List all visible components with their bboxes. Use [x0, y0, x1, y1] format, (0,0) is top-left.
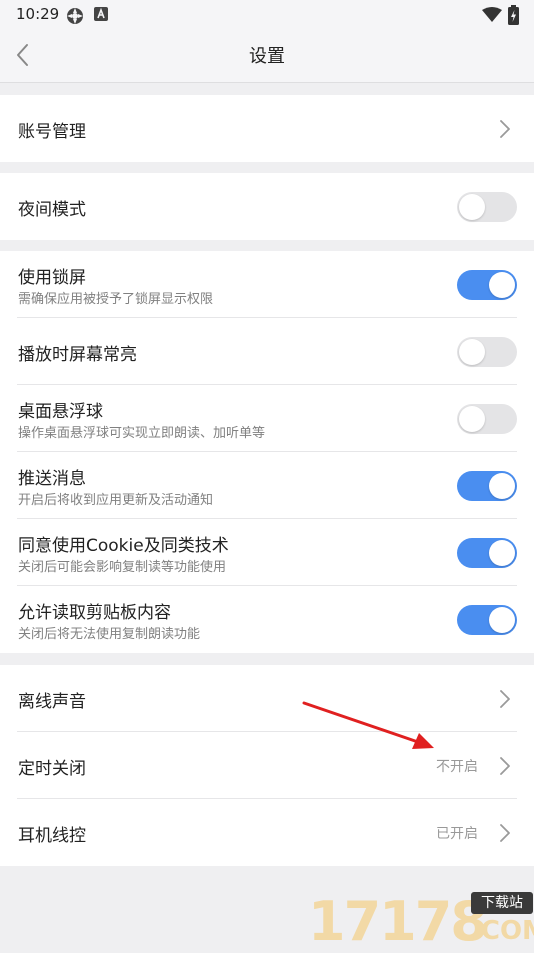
more-settings-group: 离线声音 定时关闭 不开启 耳机线控 已开启 — [0, 665, 534, 866]
toggle-knob — [489, 473, 515, 499]
night-mode-row: 夜间模式 — [0, 173, 534, 240]
chevron-right-icon — [500, 757, 510, 775]
setting-label: 推送消息 — [18, 469, 86, 489]
night-mode-toggle[interactable] — [457, 192, 517, 222]
push-toggle[interactable] — [457, 471, 517, 501]
setting-label: 桌面悬浮球 — [18, 402, 103, 422]
header-bar: 设置 — [0, 30, 534, 83]
timer-close-row[interactable]: 定时关闭 不开启 — [0, 732, 534, 799]
setting-row-screen-on: 播放时屏幕常亮 — [0, 318, 534, 385]
setting-description: 开启后将收到应用更新及活动通知 — [18, 493, 214, 508]
setting-label: 播放时屏幕常亮 — [18, 345, 137, 365]
setting-row-clipboard: 允许读取剪贴板内容 关闭后将无法使用复制朗读功能 — [0, 586, 534, 653]
toggle-knob — [489, 540, 515, 566]
setting-description: 关闭后将无法使用复制朗读功能 — [18, 627, 201, 642]
floating-ball-toggle[interactable] — [457, 404, 517, 434]
lock-screen-toggle[interactable] — [457, 270, 517, 300]
account-row[interactable]: 账号管理 — [0, 95, 534, 162]
setting-description: 关闭后可能会影响复制读等功能使用 — [18, 560, 227, 575]
vpn-icon — [67, 8, 83, 24]
wifi-icon — [482, 7, 502, 22]
status-bar: 10:29 — [0, 0, 534, 30]
cookie-toggle[interactable] — [457, 538, 517, 568]
setting-value: 已开启 — [436, 826, 478, 842]
setting-row-push: 推送消息 开启后将收到应用更新及活动通知 — [0, 452, 534, 519]
setting-label: 定时关闭 — [18, 759, 86, 779]
clipboard-toggle[interactable] — [457, 605, 517, 635]
setting-label: 耳机线控 — [18, 826, 86, 846]
page-title: 设置 — [249, 46, 285, 67]
setting-label: 离线声音 — [18, 692, 86, 712]
chevron-right-icon — [500, 690, 510, 708]
setting-label: 允许读取剪贴板内容 — [18, 603, 171, 623]
toggle-knob — [459, 194, 485, 220]
night-mode-label: 夜间模式 — [18, 200, 86, 220]
setting-description: 操作桌面悬浮球可实现立即朗读、加听单等 — [18, 426, 266, 441]
account-group: 账号管理 — [0, 95, 534, 162]
chevron-right-icon — [500, 120, 510, 138]
setting-row-floating-ball: 桌面悬浮球 操作桌面悬浮球可实现立即朗读、加听单等 — [0, 385, 534, 452]
toggle-knob — [489, 272, 515, 298]
toggle-settings-group: 使用锁屏 需确保应用被授予了锁屏显示权限 播放时屏幕常亮 桌面悬浮球 操作桌面悬… — [0, 251, 534, 653]
setting-value: 不开启 — [436, 759, 478, 775]
watermark-com: .COM — [471, 916, 534, 946]
status-time: 10:29 — [16, 5, 60, 23]
accessibility-icon — [94, 7, 108, 21]
watermark-logo: 17178 下载站 .COM — [308, 884, 534, 953]
account-label: 账号管理 — [18, 122, 86, 142]
setting-row-cookie: 同意使用Cookie及同类技术 关闭后可能会影响复制读等功能使用 — [0, 519, 534, 586]
headset-control-row[interactable]: 耳机线控 已开启 — [0, 799, 534, 866]
setting-row-lock-screen: 使用锁屏 需确保应用被授予了锁屏显示权限 — [0, 251, 534, 318]
screen-on-toggle[interactable] — [457, 337, 517, 367]
setting-description: 需确保应用被授予了锁屏显示权限 — [18, 292, 214, 307]
toggle-knob — [459, 339, 485, 365]
setting-label: 使用锁屏 — [18, 268, 86, 288]
setting-label: 同意使用Cookie及同类技术 — [18, 536, 229, 556]
chevron-right-icon — [500, 824, 510, 842]
watermark-digits: 17178 — [308, 890, 488, 953]
offline-voice-row[interactable]: 离线声音 — [0, 665, 534, 732]
night-mode-group: 夜间模式 — [0, 173, 534, 240]
toggle-knob — [489, 607, 515, 633]
battery-icon — [508, 5, 519, 25]
watermark-box: 下载站 — [471, 892, 533, 914]
toggle-knob — [459, 406, 485, 432]
